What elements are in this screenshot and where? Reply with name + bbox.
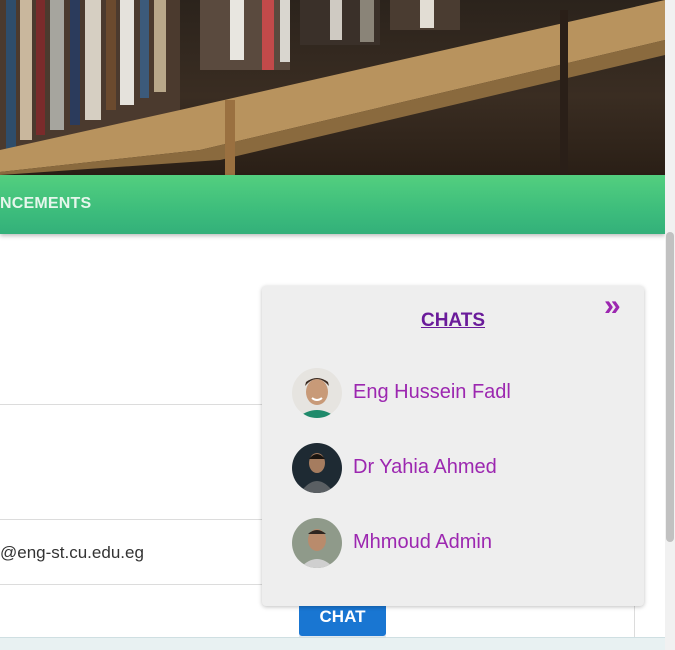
nav-item-announcements[interactable]: NCEMENTS [0, 195, 91, 213]
chat-item-mhmoud[interactable]: Mhmoud Admin [292, 518, 622, 568]
nav-bar: NCEMENTS [0, 175, 665, 234]
email-value: @eng-st.cu.edu.eg [0, 543, 144, 562]
divider [0, 404, 262, 405]
chats-title[interactable]: CHATS [262, 310, 644, 332]
hero-bookshelf-image [0, 0, 665, 175]
page: NCEMENTS @eng-st.cu.edu.eg CHAT CHATS » … [0, 0, 675, 650]
scrollbar-thumb[interactable] [666, 232, 674, 542]
avatar [292, 518, 342, 568]
collapse-chevron-icon[interactable]: » [604, 291, 621, 321]
avatar [292, 368, 342, 418]
chat-name: Mhmoud Admin [353, 531, 492, 553]
avatar [292, 443, 342, 493]
divider [0, 519, 262, 520]
chat-name: Eng Hussein Fadl [353, 381, 511, 403]
chat-name: Dr Yahia Ahmed [353, 456, 497, 478]
chat-item-hussein[interactable]: Eng Hussein Fadl [292, 368, 622, 418]
chats-panel: CHATS » Eng Hussein Fadl Dr Yahia Ahmed … [262, 286, 644, 606]
chat-item-yahia[interactable]: Dr Yahia Ahmed [292, 443, 622, 493]
bottom-bar [0, 637, 675, 650]
